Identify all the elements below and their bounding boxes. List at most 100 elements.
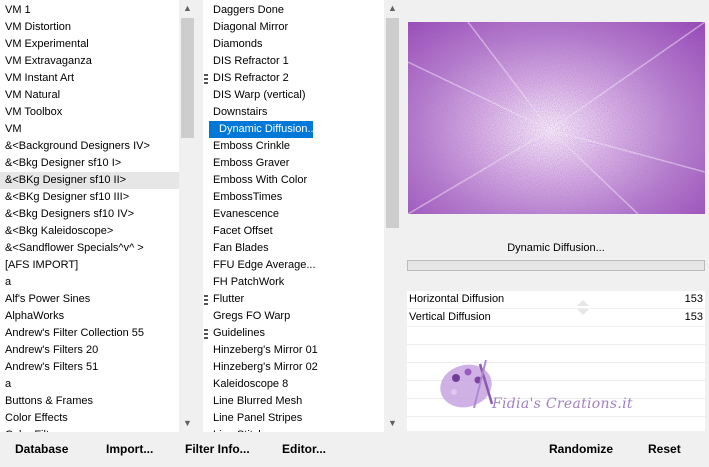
category-item[interactable]: Color Filter bbox=[0, 427, 179, 432]
category-item[interactable]: [AFS IMPORT] bbox=[0, 257, 179, 274]
filter-item[interactable]: Dynamic Diffusion... bbox=[209, 121, 313, 138]
filter-item[interactable]: Emboss With Color bbox=[203, 172, 384, 189]
database-button[interactable]: Database bbox=[15, 439, 68, 459]
category-scrollbar[interactable]: ▲ ▼ bbox=[179, 0, 196, 432]
filter-item[interactable]: Facet Offset bbox=[203, 223, 384, 240]
category-item[interactable]: &<Bkg Designers sf10 IV> bbox=[0, 206, 179, 223]
filter-list[interactable]: Daggers Done Diagonal Mirror Diamonds DIS R… bbox=[203, 0, 401, 432]
category-item[interactable]: VM Instant Art bbox=[0, 70, 179, 87]
category-item[interactable]: &<Background Designers IV> bbox=[0, 138, 179, 155]
param-slider[interactable] bbox=[557, 309, 667, 326]
slider-thumb[interactable] bbox=[577, 309, 589, 315]
filter-item[interactable]: Downstairs bbox=[203, 104, 384, 121]
filter-info-button[interactable]: Filter Info... bbox=[185, 439, 250, 459]
filter-item-label: DIS Refractor 2 bbox=[213, 72, 289, 84]
category-item[interactable]: &<Sandflower Specials^v^ > bbox=[0, 240, 179, 257]
param-label: Horizontal Diffusion bbox=[409, 293, 505, 305]
filter-item-label: Evanescence bbox=[213, 208, 280, 220]
filter-item-label: Downstairs bbox=[213, 106, 268, 118]
filter-item[interactable]: Daggers Done bbox=[203, 2, 384, 19]
scroll-thumb[interactable] bbox=[386, 18, 399, 228]
filter-item[interactable]: Line Stitches bbox=[203, 427, 384, 432]
category-item[interactable]: Buttons & Frames bbox=[0, 393, 179, 410]
category-item[interactable]: Andrew's Filter Collection 55 bbox=[0, 325, 179, 342]
slider-thumb[interactable] bbox=[577, 300, 589, 306]
category-item[interactable]: &<Bkg Kaleidoscope> bbox=[0, 223, 179, 240]
filter-item-label: Emboss With Color bbox=[213, 174, 308, 186]
category-item[interactable]: &<BKg Designer sf10 II> bbox=[0, 172, 179, 189]
filter-item[interactable]: DIS Warp (vertical) bbox=[203, 87, 384, 104]
filter-item[interactable]: Emboss Crinkle bbox=[203, 138, 384, 155]
filter-item-label: Facet Offset bbox=[213, 225, 273, 237]
category-item[interactable]: &<Bkg Designer sf10 I> bbox=[0, 155, 179, 172]
filter-item[interactable]: Diamonds bbox=[203, 36, 384, 53]
filter-item[interactable]: Kaleidoscope 8 bbox=[203, 376, 384, 393]
filter-item-label: DIS Warp (vertical) bbox=[213, 89, 306, 101]
filter-item-label: Emboss Graver bbox=[213, 157, 290, 169]
filter-item-label: Hinzeberg's Mirror 02 bbox=[213, 361, 318, 373]
category-item[interactable]: VM 1 bbox=[0, 2, 179, 19]
category-item[interactable]: Andrew's Filters 51 bbox=[0, 359, 179, 376]
filter-item[interactable]: DIS Refractor 1 bbox=[203, 53, 384, 70]
category-item[interactable]: VM Extravaganza bbox=[0, 53, 179, 70]
category-item[interactable]: Alf's Power Sines bbox=[0, 291, 179, 308]
filter-item[interactable]: Fan Blades bbox=[203, 240, 384, 257]
param-value[interactable]: 153 bbox=[685, 309, 703, 326]
category-item[interactable]: &<BKg Designer sf10 III> bbox=[0, 189, 179, 206]
filter-item[interactable]: FH PatchWork bbox=[203, 274, 384, 291]
param-row-horizontal[interactable]: Horizontal Diffusion 153 bbox=[407, 291, 705, 308]
category-item[interactable]: VM Natural bbox=[0, 87, 179, 104]
filter-item[interactable]: Line Panel Stripes bbox=[203, 410, 384, 427]
reset-button[interactable]: Reset bbox=[648, 439, 681, 459]
category-item[interactable]: VM Experimental bbox=[0, 36, 179, 53]
filter-items: Daggers Done Diagonal Mirror Diamonds DIS R… bbox=[203, 2, 384, 432]
filter-item-label: Dynamic Diffusion... bbox=[219, 123, 313, 135]
filter-item[interactable]: Gregs FO Warp bbox=[203, 308, 384, 325]
randomize-button[interactable]: Randomize bbox=[549, 439, 613, 459]
filter-item-label: Diamonds bbox=[213, 38, 263, 50]
filter-item-label: Line Panel Stripes bbox=[213, 412, 303, 424]
scroll-down-icon[interactable]: ▼ bbox=[384, 415, 401, 432]
filter-item[interactable]: Line Blurred Mesh bbox=[203, 393, 384, 410]
filter-item[interactable]: EmbossTimes bbox=[203, 189, 384, 206]
scroll-up-icon[interactable]: ▲ bbox=[384, 0, 401, 17]
filter-item-label: Kaleidoscope 8 bbox=[213, 378, 289, 390]
filter-item-label: Daggers Done bbox=[213, 4, 284, 16]
category-item[interactable]: a bbox=[0, 376, 179, 393]
filter-item[interactable]: Guidelines bbox=[203, 325, 384, 342]
category-item[interactable]: VM Distortion bbox=[0, 19, 179, 36]
filter-item[interactable]: DIS Refractor 2 bbox=[203, 70, 384, 87]
category-items: VM 1 VM Distortion VM Experimental VM Extra… bbox=[0, 2, 179, 432]
param-value[interactable]: 153 bbox=[685, 291, 703, 308]
filter-item-label: Line Stitches bbox=[213, 429, 276, 432]
filter-item-label: Flutter bbox=[213, 293, 245, 305]
filter-item[interactable]: Diagonal Mirror bbox=[203, 19, 384, 36]
filter-item[interactable]: FFU Edge Average... bbox=[203, 257, 384, 274]
category-item[interactable]: VM bbox=[0, 121, 179, 138]
category-item[interactable]: VM Toolbox bbox=[0, 104, 179, 121]
filter-item[interactable]: Emboss Graver bbox=[203, 155, 384, 172]
filter-item-label: Fan Blades bbox=[213, 242, 269, 254]
category-item[interactable]: a bbox=[0, 274, 179, 291]
filter-item[interactable]: Evanescence bbox=[203, 206, 384, 223]
filter-item[interactable]: Hinzeberg's Mirror 02 bbox=[203, 359, 384, 376]
editor-button[interactable]: Editor... bbox=[282, 439, 326, 459]
preview-image[interactable] bbox=[408, 22, 705, 214]
category-item[interactable]: AlphaWorks bbox=[0, 308, 179, 325]
scroll-down-icon[interactable]: ▼ bbox=[179, 415, 196, 432]
param-row-vertical[interactable]: Vertical Diffusion 153 bbox=[407, 309, 705, 326]
filter-name-button[interactable]: Dynamic Diffusion... bbox=[407, 237, 705, 258]
category-list[interactable]: VM 1 VM Distortion VM Experimental VM Extra… bbox=[0, 0, 196, 432]
filter-scrollbar[interactable]: ▲ ▼ bbox=[384, 0, 401, 432]
scroll-up-icon[interactable]: ▲ bbox=[179, 0, 196, 17]
watermark-text: Fidia's Creations.it bbox=[492, 396, 633, 412]
preview-rays bbox=[408, 22, 705, 214]
filter-item-label: Emboss Crinkle bbox=[213, 140, 291, 152]
scroll-thumb[interactable] bbox=[181, 18, 194, 138]
filter-item[interactable]: Flutter bbox=[203, 291, 384, 308]
param-slider[interactable] bbox=[557, 291, 667, 308]
category-item[interactable]: Color Effects bbox=[0, 410, 179, 427]
filter-item[interactable]: Hinzeberg's Mirror 01 bbox=[203, 342, 384, 359]
category-item[interactable]: Andrew's Filters 20 bbox=[0, 342, 179, 359]
import-button[interactable]: Import... bbox=[106, 439, 153, 459]
